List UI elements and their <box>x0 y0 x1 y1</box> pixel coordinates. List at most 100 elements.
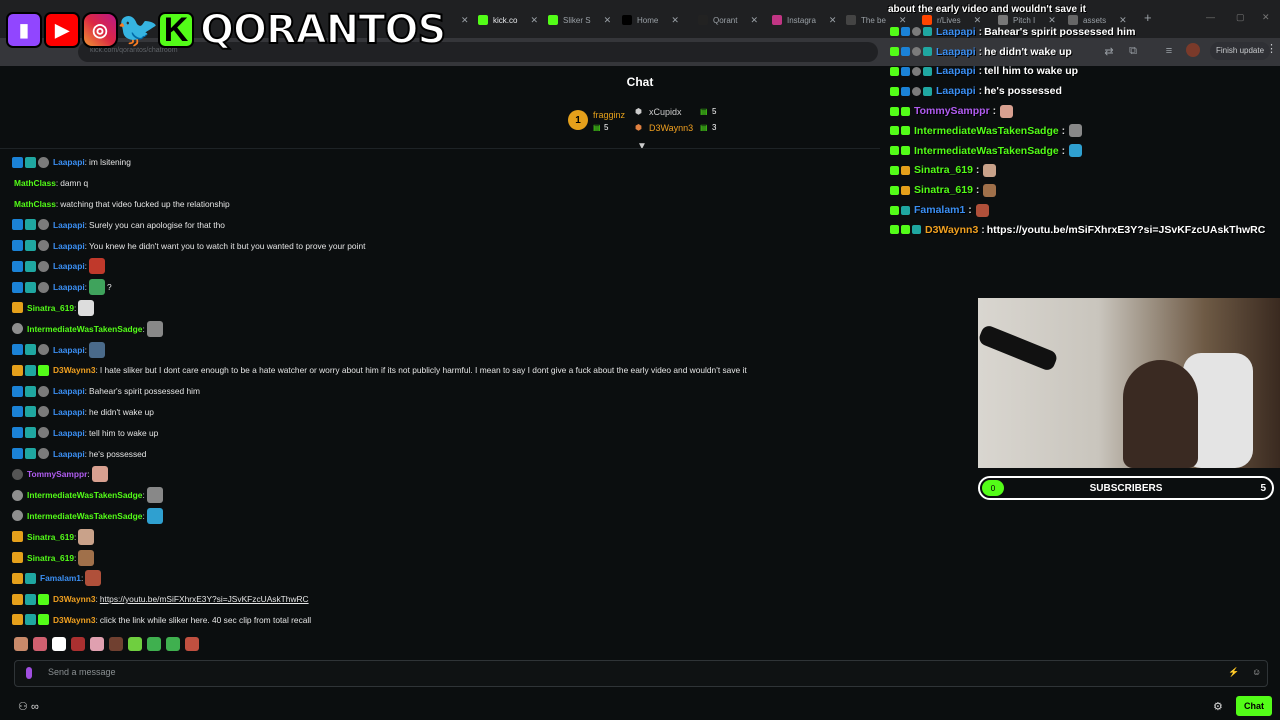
chat-username[interactable]: IntermediateWasTakenSadge <box>27 490 142 500</box>
collapse-leaderboard-icon[interactable]: ▼ <box>637 141 647 152</box>
sub-badge-icon <box>25 219 36 231</box>
chat-username[interactable]: Sinatra_619 <box>27 532 74 542</box>
chat-username[interactable]: Laapapi <box>53 220 85 230</box>
username-separator: : <box>84 261 87 272</box>
browser-tab[interactable]: Sliker S ✕ <box>548 10 611 30</box>
username-separator: : <box>1058 124 1066 137</box>
chat-message-input[interactable] <box>14 660 1268 687</box>
username-separator: : <box>972 184 980 197</box>
browser-tab[interactable]: ✕ <box>448 10 469 30</box>
recent-emote[interactable] <box>166 637 180 651</box>
chat-username[interactable]: D3Waynn3 <box>53 615 96 625</box>
chat-username[interactable]: Laapapi <box>53 261 85 271</box>
chat-emote[interactable] <box>146 507 163 524</box>
chat-username[interactable]: D3Waynn3 <box>53 365 96 375</box>
chat-username[interactable]: IntermediateWasTakenSadge <box>27 511 142 521</box>
overlay-chat-list: Laapapi : Bahear's spirit possessed him La… <box>890 22 1280 240</box>
chat-emote[interactable] <box>146 320 163 337</box>
chat-username[interactable]: Sinatra_619 <box>27 553 74 563</box>
recent-emote[interactable] <box>14 637 28 651</box>
chat-settings-icon[interactable]: ⚙ <box>1213 700 1223 713</box>
chat-username[interactable]: MathClass <box>14 199 56 209</box>
chat-emote[interactable] <box>146 487 163 504</box>
close-tab-icon[interactable]: ✕ <box>461 15 469 26</box>
chat-emote[interactable] <box>88 258 105 275</box>
chat-username[interactable]: Laapapi <box>53 157 85 167</box>
username-separator: : <box>142 490 145 501</box>
chat-emote[interactable] <box>91 466 108 483</box>
overlay-username: Sinatra_619 <box>914 184 973 197</box>
chat-message: IntermediateWasTakenSadge: <box>12 318 872 339</box>
chat-username[interactable]: MathClass <box>14 178 56 188</box>
mod-badge-icon <box>901 47 910 57</box>
username-separator: : <box>84 240 87 251</box>
chat-message: Laapapi: Bahear's spirit possessed him <box>12 381 872 402</box>
browser-tab[interactable]: Home ✕ <box>622 10 679 30</box>
recent-emote[interactable] <box>33 637 47 651</box>
browser-tab[interactable]: Instagra ✕ <box>772 10 836 30</box>
recent-emote[interactable] <box>109 637 123 651</box>
leaderboard-third-name[interactable]: D3Waynn3 <box>649 123 693 133</box>
close-tab-icon[interactable]: ✕ <box>671 15 679 26</box>
chat-message-text: watching that video fucked up the relati… <box>60 198 230 209</box>
chat-username[interactable]: IntermediateWasTakenSadge <box>27 324 142 334</box>
close-tab-icon[interactable]: ✕ <box>530 15 538 26</box>
chat-mode-indicator[interactable]: ⚇ ∞ <box>18 700 39 713</box>
chat-emote[interactable] <box>78 528 95 545</box>
tab-favicon-icon <box>622 15 632 25</box>
chat-emote[interactable] <box>78 299 95 316</box>
og-badge-icon <box>912 27 921 37</box>
chat-username[interactable]: TommySamppr <box>27 469 87 479</box>
chat-username[interactable]: Famalam1 <box>40 573 81 583</box>
og-badge-icon <box>38 385 49 397</box>
gift-badge-icon <box>901 126 910 136</box>
gift-icon: ▤ <box>593 123 601 132</box>
chat-username[interactable]: Laapapi <box>53 282 85 292</box>
username-separator: : <box>1058 144 1066 157</box>
chat-username[interactable]: Laapapi <box>53 449 85 459</box>
recent-emote[interactable] <box>185 637 199 651</box>
recent-emote[interactable] <box>52 637 66 651</box>
overlay-chat-message: IntermediateWasTakenSadge : <box>890 141 1280 161</box>
chat-message-text: im lsitening <box>88 157 131 168</box>
chat-emote[interactable] <box>88 341 105 358</box>
close-tab-icon[interactable]: ✕ <box>750 15 758 26</box>
close-tab-icon[interactable]: ✕ <box>829 15 837 26</box>
chat-emote[interactable] <box>78 549 95 566</box>
leaderboard-top-name[interactable]: fragginz <box>593 110 625 120</box>
og-badge-icon <box>38 240 49 252</box>
recent-emote[interactable] <box>71 637 85 651</box>
browser-tab[interactable]: Qorant ✕ <box>698 10 758 30</box>
tab-favicon-icon <box>548 15 558 25</box>
chat-send-button[interactable]: Chat <box>1236 696 1272 716</box>
recent-emote[interactable] <box>147 637 161 651</box>
browser-tab[interactable]: kick.co ✕ <box>478 10 538 30</box>
k-badge-icon <box>890 126 899 136</box>
quick-emote-icon[interactable]: ⚡ <box>1228 667 1239 678</box>
sub-badge-icon <box>25 572 36 584</box>
chat-username[interactable]: Laapapi <box>53 428 85 438</box>
chat-message-text: he didn't wake up <box>88 406 154 417</box>
overlay-username: IntermediateWasTakenSadge <box>914 124 1059 137</box>
microphone-icon[interactable] <box>26 667 32 679</box>
emote-picker-icon[interactable]: ☺ <box>1252 667 1261 677</box>
chat-emote[interactable] <box>85 570 102 587</box>
chat-message: Laapapi: You knew he didn't want you to w… <box>12 235 872 256</box>
chat-message-link[interactable]: https://youtu.be/mSiFXhrxE3Y?si=JSvKFzcU… <box>100 594 309 604</box>
chat-emote[interactable] <box>88 279 105 296</box>
chat-username[interactable]: Sinatra_619 <box>27 303 74 313</box>
close-tab-icon[interactable]: ✕ <box>604 15 612 26</box>
chat-username[interactable]: Laapapi <box>53 386 85 396</box>
minimize-icon[interactable]: — <box>1206 12 1215 22</box>
chat-username[interactable]: Laapapi <box>53 345 85 355</box>
recent-emote[interactable] <box>128 637 142 651</box>
username-separator: : <box>84 406 87 417</box>
recent-emote[interactable] <box>90 637 104 651</box>
tab-favicon-icon <box>772 15 782 25</box>
chat-username[interactable]: Laapapi <box>53 241 85 251</box>
leaderboard-second-name[interactable]: xCupidx <box>649 107 682 117</box>
k-badge-icon <box>890 66 899 76</box>
chat-username[interactable]: Laapapi <box>53 407 85 417</box>
subscriber-goal-bar: 0 SUBSCRIBERS 5 <box>978 476 1274 500</box>
chat-username[interactable]: D3Waynn3 <box>53 594 96 604</box>
